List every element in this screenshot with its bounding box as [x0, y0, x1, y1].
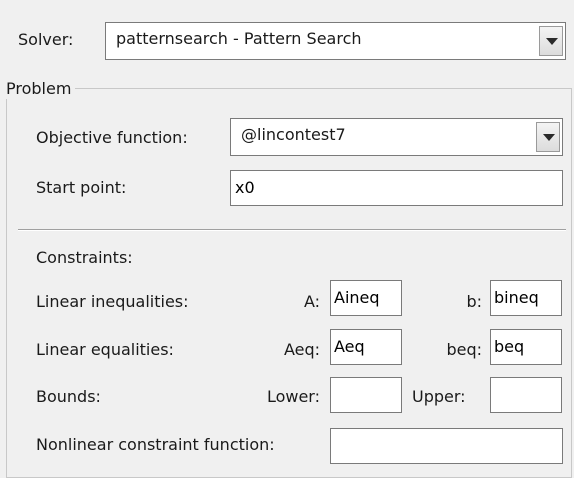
b-label: b:: [466, 292, 482, 311]
lower-label: Lower:: [266, 387, 320, 406]
section-divider: [18, 229, 566, 231]
linear-inequalities-label: Linear inequalities:: [36, 292, 189, 311]
upper-bound-input[interactable]: [490, 377, 562, 413]
start-point-label: Start point:: [36, 178, 127, 197]
solver-dropdown[interactable]: patternsearch - Pattern Search: [105, 22, 566, 60]
upper-label: Upper:: [412, 387, 466, 406]
a-input[interactable]: Aineq: [330, 280, 402, 316]
b-input[interactable]: bineq: [490, 280, 562, 316]
a-label: A:: [303, 292, 320, 311]
aeq-input[interactable]: Aeq: [330, 329, 402, 365]
objective-function-dropdown[interactable]: @lincontest7: [230, 118, 563, 156]
beq-input[interactable]: beq: [490, 329, 562, 365]
chevron-down-icon: [546, 38, 558, 45]
lower-bound-input[interactable]: [330, 377, 402, 413]
constraints-heading: Constraints:: [36, 248, 133, 267]
solver-label: Solver:: [18, 30, 74, 49]
solver-dropdown-button[interactable]: [539, 26, 563, 56]
beq-label: beq:: [446, 340, 482, 359]
solver-value: patternsearch - Pattern Search: [116, 29, 362, 48]
chevron-down-icon: [543, 134, 555, 141]
nonlinear-constraint-input[interactable]: [330, 428, 563, 464]
aeq-label: Aeq:: [283, 340, 320, 359]
start-point-input[interactable]: x0: [230, 170, 563, 206]
linear-equalities-label: Linear equalities:: [36, 340, 174, 359]
nonlinear-constraint-label: Nonlinear constraint function:: [36, 435, 275, 454]
objective-function-label: Objective function:: [36, 128, 188, 147]
problem-group-title: Problem: [6, 79, 76, 99]
bounds-label: Bounds:: [36, 387, 101, 406]
objective-function-dropdown-button[interactable]: [536, 122, 560, 152]
objective-function-value: @lincontest7: [241, 125, 346, 144]
